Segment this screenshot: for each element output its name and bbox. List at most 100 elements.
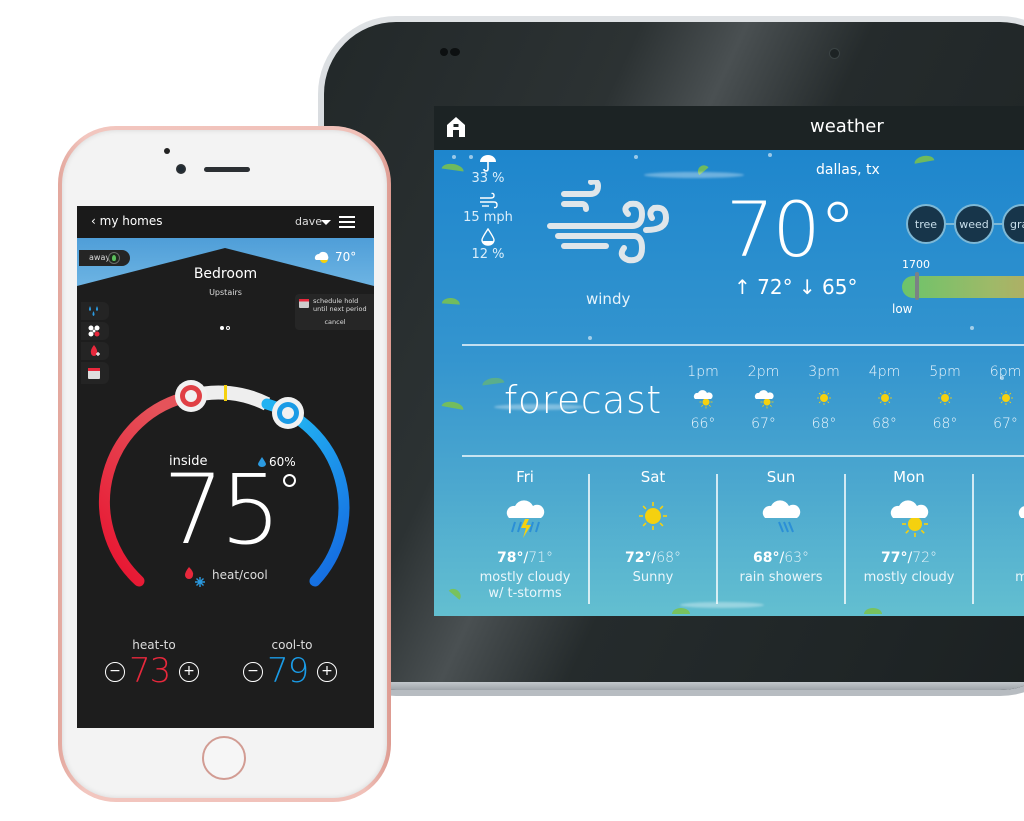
- pollen-level-marker: [915, 272, 919, 300]
- hourly-item: 6pm 67°: [981, 364, 1024, 432]
- humidity-drop-icon: [481, 228, 495, 246]
- home-button[interactable]: [202, 736, 246, 780]
- partly-cloudy-icon: [1013, 492, 1024, 540]
- page-dot[interactable]: [226, 326, 230, 330]
- hourly-item: 5pm 68°: [920, 364, 970, 432]
- pollen-weed-button[interactable]: weed: [954, 204, 994, 244]
- hour-temp: 66°: [690, 416, 716, 432]
- day-name: Mon: [893, 468, 925, 486]
- sun-icon: [812, 386, 836, 410]
- tablet-edge: [324, 682, 1024, 690]
- snowflake-decoration: [768, 153, 772, 157]
- heat-decrease-button[interactable]: −: [105, 662, 125, 682]
- tablet-camera: [829, 48, 840, 59]
- day-desc-line: mostly cloudy: [479, 570, 571, 585]
- leaf-decoration: [672, 608, 690, 614]
- hour-temp: 67°: [751, 416, 776, 432]
- top-bar: ‹ my homes dave: [77, 206, 374, 238]
- front-camera: [176, 164, 186, 174]
- top-bar: weather: [434, 106, 1024, 150]
- day-desc-line: Sunny: [632, 570, 674, 585]
- precip-chance: 33 %: [471, 171, 505, 186]
- indoor-temperature: 75: [163, 454, 281, 566]
- weather-screen: weather dallas, tx 33 % 15 mph 12 % wind…: [434, 106, 1024, 616]
- home-icon[interactable]: [444, 115, 468, 139]
- daily-item[interactable]: Sun 68°/63° rain showers: [718, 468, 844, 586]
- hour-time: 3pm: [808, 364, 840, 380]
- humidity-icon: [89, 306, 98, 316]
- heat-cool-icon: [185, 567, 205, 587]
- current-condition: windy: [586, 290, 631, 308]
- day-desc-line: w/ t-storms: [488, 586, 562, 601]
- sun-icon: [994, 386, 1018, 410]
- cancel-hold-button[interactable]: cancel: [295, 318, 374, 326]
- weather-body: dallas, tx 33 % 15 mph 12 % windy 70° ↑ …: [434, 150, 1024, 616]
- earpiece-speaker: [204, 167, 250, 172]
- cool-increase-button[interactable]: +: [317, 662, 337, 682]
- menu-icon[interactable]: [339, 216, 355, 229]
- phone-body: ‹ my homes dave away 70° Bedroom Upstair…: [62, 130, 387, 798]
- cool-to-label: cool-to: [271, 638, 313, 652]
- heat-icon: [90, 345, 100, 356]
- hold-line-2: until next period: [313, 305, 367, 313]
- tablet-bezel: weather dallas, tx 33 % 15 mph 12 % wind…: [324, 22, 1024, 690]
- hour-temp: 68°: [872, 416, 897, 432]
- hour-time: 2pm: [747, 364, 780, 380]
- thunderstorm-icon: [501, 492, 549, 540]
- fan-button[interactable]: [81, 322, 109, 340]
- outdoor-temperature: 70°: [335, 250, 357, 264]
- day-description: mostly cloudy: [846, 570, 972, 586]
- heat-button[interactable]: [81, 342, 109, 360]
- room-name: Bedroom: [193, 266, 258, 282]
- day-high: 78°: [496, 550, 524, 566]
- divider: [462, 344, 1024, 346]
- daily-item[interactable]: Mon 77°/72° mostly cloudy: [846, 468, 972, 586]
- system-mode[interactable]: heat/cool: [212, 568, 268, 582]
- leaf-icon: [108, 252, 120, 264]
- sun-icon: [629, 492, 677, 540]
- day-low: 63°: [784, 550, 810, 566]
- page-indicator: [220, 315, 232, 334]
- page-title: weather: [810, 116, 884, 137]
- user-dropdown[interactable]: dave: [295, 215, 322, 228]
- tablet-sensor: [450, 48, 460, 56]
- hour-time: 5pm: [929, 364, 961, 380]
- divider: [462, 455, 1024, 457]
- proximity-sensor: [164, 148, 170, 154]
- wind-icon: [547, 180, 670, 264]
- snowflake-decoration: [452, 155, 456, 159]
- chevron-down-icon[interactable]: [321, 220, 331, 225]
- day-temps: 72°/68°: [624, 550, 682, 566]
- cool-setpoint: 79: [267, 651, 309, 691]
- page-dot-active[interactable]: [220, 326, 224, 330]
- back-button[interactable]: ‹ my homes: [91, 214, 163, 228]
- humidity-value: 12 %: [471, 247, 505, 262]
- day-temps: 77°/72°: [880, 550, 938, 566]
- pollen-grass-button[interactable]: gras: [1002, 204, 1024, 244]
- day-name: Sat: [640, 468, 666, 486]
- day-low: 68°: [656, 550, 682, 566]
- daily-item[interactable]: Fri 78°/71° mostly cloudy w/ t-storms: [462, 468, 588, 602]
- location-label: dallas, tx: [816, 162, 880, 178]
- day-divider: [716, 474, 718, 604]
- daily-item[interactable]: Tu 77 mostly: [974, 468, 1024, 586]
- tablet-sensor: [440, 48, 448, 56]
- umbrella-icon: [480, 155, 496, 172]
- day-low: 72°: [912, 550, 938, 566]
- cool-decrease-button[interactable]: −: [243, 662, 263, 682]
- day-divider: [844, 474, 846, 604]
- heat-increase-button[interactable]: +: [179, 662, 199, 682]
- daily-item[interactable]: Sat 72°/68° Sunny: [590, 468, 716, 586]
- day-high: 72°: [624, 550, 652, 566]
- humidity-button[interactable]: [81, 302, 109, 320]
- hour-temp: 68°: [932, 416, 958, 432]
- hourly-item: 1pm 66°: [678, 364, 728, 432]
- sun-icon: [933, 386, 957, 410]
- wind-small-icon: [480, 192, 498, 209]
- chevron-left-icon: ‹: [91, 214, 100, 228]
- day-description: mostly cloudy w/ t-storms: [462, 570, 588, 602]
- cool-setpoint-handle: [272, 397, 304, 429]
- away-button[interactable]: away: [79, 250, 131, 266]
- pollen-tree-button[interactable]: tree: [906, 204, 946, 244]
- rain-icon: [757, 492, 805, 540]
